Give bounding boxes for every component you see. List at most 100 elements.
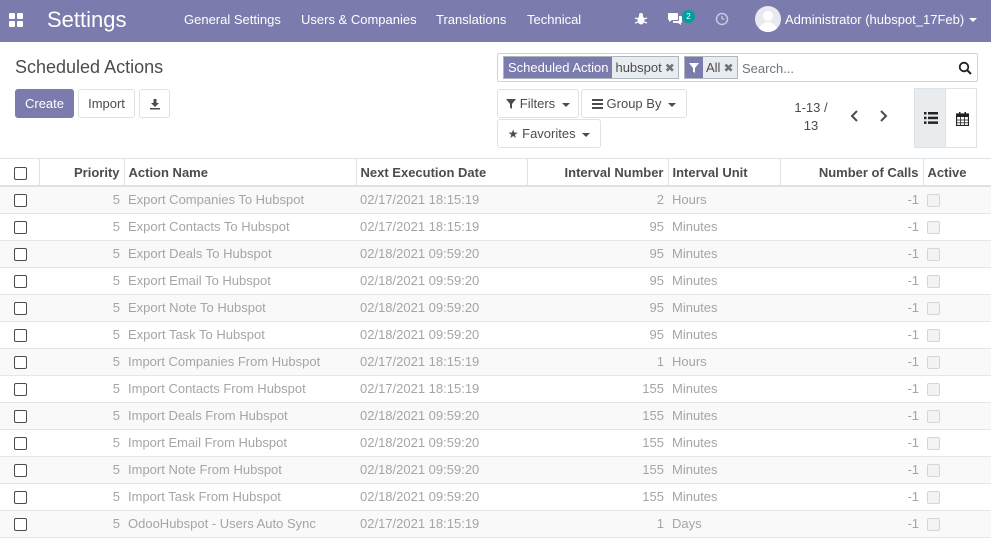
cell-action-name: Export Companies To Hubspot (124, 186, 356, 214)
row-checkbox-cell[interactable] (0, 240, 39, 268)
favorites-label: Favorites (522, 126, 576, 141)
cell-active (923, 510, 991, 538)
cell-next-execution-date: 02/18/2021 09:59:20 (356, 321, 527, 349)
row-checkbox[interactable] (14, 518, 27, 532)
groupby-dropdown[interactable]: Group By (581, 89, 687, 118)
row-checkbox[interactable] (14, 383, 27, 397)
table-row[interactable]: 5 Export Contacts To Hubspot 02/17/2021 18… (0, 213, 991, 241)
header-interval-unit[interactable]: Interval Unit (668, 159, 781, 187)
menu-users-companies[interactable]: Users & Companies (301, 12, 417, 27)
row-checkbox[interactable] (14, 491, 27, 505)
top-navbar: Settings General Settings Users & Compan… (0, 0, 991, 42)
header-number-of-calls[interactable]: Number of Calls (780, 159, 924, 187)
header-next-execution-date[interactable]: Next Execution Date (356, 159, 528, 187)
cell-active (923, 267, 991, 295)
table-row[interactable]: 5 Export Deals To Hubspot 02/18/2021 09:59… (0, 240, 991, 268)
row-checkbox[interactable] (14, 275, 27, 289)
favorites-dropdown[interactable]: ★ Favorites (497, 119, 601, 148)
table-row[interactable]: 5 Import Contacts From Hubspot 02/17/2021 … (0, 375, 991, 403)
table-row[interactable]: 5 Export Note To Hubspot 02/18/2021 09:59:… (0, 294, 991, 322)
facet-remove-icon[interactable]: ✖ (723, 58, 736, 79)
filters-dropdown[interactable]: Filters (497, 89, 579, 118)
cell-interval-number: 155 (527, 402, 668, 430)
pager-value[interactable]: 1-13 / 13 (783, 99, 839, 135)
row-checkbox[interactable] (14, 356, 27, 370)
user-menu-caret-icon[interactable] (969, 18, 977, 22)
calendar-view-button[interactable] (945, 88, 977, 148)
bug-icon[interactable] (634, 12, 648, 26)
apps-menu-icon[interactable] (9, 13, 23, 27)
row-checkbox[interactable] (14, 329, 27, 343)
table-row[interactable]: 5 Import Deals From Hubspot 02/18/2021 09:… (0, 402, 991, 430)
cell-active (923, 321, 991, 349)
pager-previous-icon[interactable] (847, 108, 863, 124)
row-checkbox-cell[interactable] (0, 429, 39, 457)
cell-next-execution-date: 02/17/2021 18:15:19 (356, 375, 527, 403)
import-button[interactable]: Import (78, 89, 135, 118)
menu-translations[interactable]: Translations (436, 12, 506, 27)
row-checkbox-cell[interactable] (0, 483, 39, 511)
row-checkbox-cell[interactable] (0, 294, 39, 322)
row-checkbox[interactable] (14, 410, 27, 424)
activity-clock-icon[interactable] (715, 12, 729, 26)
cell-action-name: Import Task From Hubspot (124, 483, 356, 511)
row-checkbox-cell[interactable] (0, 213, 39, 241)
user-avatar[interactable] (755, 6, 781, 32)
app-brand[interactable]: Settings (47, 7, 127, 33)
pager-total: 13 (803, 118, 819, 133)
row-checkbox-cell[interactable] (0, 510, 39, 538)
row-checkbox[interactable] (14, 302, 27, 316)
active-checkbox (927, 329, 940, 343)
messages-icon[interactable] (667, 12, 683, 26)
search-bar[interactable]: Scheduled Action hubspot ✖ All ✖ (497, 53, 978, 82)
cell-priority: 5 (39, 321, 124, 349)
table-header-row: Priority Action Name Next Execution Date… (0, 159, 991, 187)
header-priority[interactable]: Priority (39, 159, 125, 187)
active-checkbox (927, 221, 940, 235)
table-row[interactable]: 5 Import Task From Hubspot 02/18/2021 09:5… (0, 483, 991, 511)
row-checkbox-cell[interactable] (0, 348, 39, 376)
select-all-checkbox-cell[interactable] (0, 159, 40, 187)
header-active[interactable]: Active (923, 159, 991, 187)
facet-remove-icon[interactable]: ✖ (665, 58, 678, 79)
pager-next-icon[interactable] (875, 108, 891, 124)
row-checkbox[interactable] (14, 194, 27, 208)
user-menu-name[interactable]: Administrator (hubspot_17Feb) (785, 12, 964, 27)
menu-technical[interactable]: Technical (527, 12, 581, 27)
caret-down-icon (582, 132, 591, 137)
bars-icon (591, 98, 603, 109)
cell-next-execution-date: 02/18/2021 09:59:20 (356, 267, 527, 295)
cell-interval-unit: Minutes (668, 402, 780, 430)
table-row[interactable]: 5 Import Email From Hubspot 02/18/2021 09:… (0, 429, 991, 457)
row-checkbox-cell[interactable] (0, 402, 39, 430)
create-button[interactable]: Create (15, 89, 74, 118)
table-row[interactable]: 5 Import Note From Hubspot 02/18/2021 09:5… (0, 456, 991, 484)
header-action-name[interactable]: Action Name (124, 159, 357, 187)
cell-priority: 5 (39, 294, 124, 322)
table-row[interactable]: 5 Import Companies From Hubspot 02/17/2021… (0, 348, 991, 376)
export-button[interactable] (139, 89, 170, 118)
table-row[interactable]: 5 Export Companies To Hubspot 02/17/2021 1… (0, 186, 991, 214)
row-checkbox[interactable] (14, 464, 27, 478)
row-checkbox-cell[interactable] (0, 456, 39, 484)
cell-number-of-calls: -1 (780, 294, 923, 322)
row-checkbox-cell[interactable] (0, 321, 39, 349)
cell-interval-number: 2 (527, 186, 668, 214)
list-view-button[interactable] (914, 88, 946, 148)
row-checkbox-cell[interactable] (0, 267, 39, 295)
cell-next-execution-date: 02/18/2021 09:59:20 (356, 240, 527, 268)
table-row[interactable]: 5 Export Task To Hubspot 02/18/2021 09:59:… (0, 321, 991, 349)
table-row[interactable]: 5 Export Email To Hubspot 02/18/2021 09:59… (0, 267, 991, 295)
search-input[interactable] (742, 58, 952, 78)
header-interval-number[interactable]: Interval Number (527, 159, 669, 187)
row-checkbox[interactable] (14, 221, 27, 235)
table-row[interactable]: 5 OdooHubspot - Users Auto Sync 02/17/2021… (0, 510, 991, 538)
row-checkbox[interactable] (14, 437, 27, 451)
search-icon[interactable] (958, 61, 972, 75)
select-all-checkbox[interactable] (14, 166, 27, 180)
row-checkbox[interactable] (14, 248, 27, 262)
menu-general-settings[interactable]: General Settings (184, 12, 281, 27)
active-checkbox (927, 518, 940, 532)
row-checkbox-cell[interactable] (0, 375, 39, 403)
row-checkbox-cell[interactable] (0, 186, 39, 214)
